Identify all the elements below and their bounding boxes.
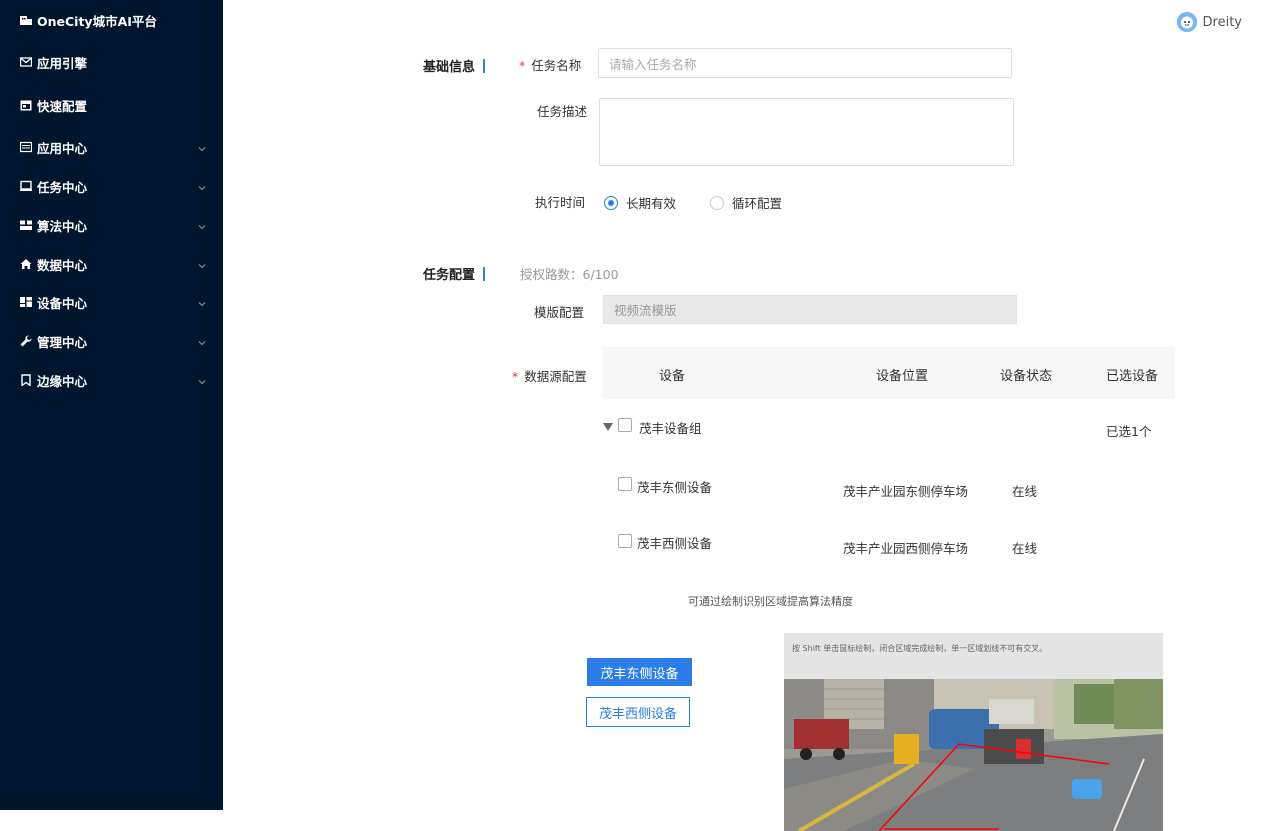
section-divider xyxy=(483,59,486,73)
device-tab-east[interactable]: 茂丰东侧设备 xyxy=(587,658,692,686)
avatar xyxy=(1176,12,1197,32)
task-desc-label: 任务描述 xyxy=(537,104,588,119)
sidebar: OneCity城市AI平台 应用引擎 快速配置 应用中心 任务中心 算法中心 数… xyxy=(0,0,223,810)
monitor-icon xyxy=(20,180,32,192)
sidebar-item-label: 算法中心 xyxy=(37,218,88,234)
datasource-label-text: 数据源配置 xyxy=(524,369,587,384)
device-name: 茂丰西侧设备 xyxy=(637,536,713,551)
chevron-down-icon xyxy=(198,335,206,346)
list-icon xyxy=(20,141,32,153)
sidebar-item-label: 任务中心 xyxy=(37,179,88,195)
radio-cycle[interactable]: 循环配置 xyxy=(710,193,782,212)
column-header-selected: 已选设备 xyxy=(1106,369,1159,384)
section-title-basic: 基础信息 xyxy=(423,56,486,75)
section-title-config: 任务配置 xyxy=(423,264,486,283)
group-selected-count: 已选1个 xyxy=(1106,424,1152,439)
sidebar-item-management-center[interactable]: 管理中心 xyxy=(0,326,223,356)
sidebar-item-label: 应用引擎 xyxy=(37,55,88,71)
device-tab-west[interactable]: 茂丰西侧设备 xyxy=(586,697,690,727)
caret-down-icon[interactable] xyxy=(603,423,613,431)
sidebar-item-label: 快速配置 xyxy=(37,98,88,114)
chevron-down-icon xyxy=(198,180,206,191)
sidebar-item-label: 管理中心 xyxy=(37,334,88,350)
sidebar-item-label: 设备中心 xyxy=(37,295,88,311)
sidebar-item-device-center[interactable]: 设备中心 xyxy=(0,287,223,317)
radio-label: 长期有效 xyxy=(626,196,677,211)
sidebar-item-label: 应用中心 xyxy=(37,140,88,156)
draw-hint: 可通过绘制识别区域提高算法精度 xyxy=(688,595,853,608)
device-checkbox[interactable] xyxy=(618,534,632,548)
radio-long-term[interactable]: 长期有效 xyxy=(604,193,676,212)
device-location: 茂丰产业园东侧停车场 xyxy=(843,484,969,499)
swap-icon xyxy=(20,219,32,231)
chevron-down-icon xyxy=(198,141,206,152)
building-icon xyxy=(20,14,32,26)
device-table-header: 设备 设备位置 设备状态 已选设备 xyxy=(603,347,1175,399)
bookmark-icon xyxy=(20,374,32,386)
device-location: 茂丰产业园西侧停车场 xyxy=(843,541,969,556)
chevron-down-icon xyxy=(198,219,206,230)
task-name-input[interactable]: 请输入任务名称 xyxy=(598,48,1012,78)
section-divider xyxy=(483,267,486,281)
section-title-text: 基础信息 xyxy=(423,60,476,75)
chevron-down-icon xyxy=(198,296,206,307)
radio-checked-icon xyxy=(604,195,618,210)
sidebar-item-data-center[interactable]: 数据中心 xyxy=(0,249,223,279)
column-header-status: 设备状态 xyxy=(1000,369,1053,384)
sidebar-item-app-engine[interactable]: 应用引擎 xyxy=(0,47,223,77)
device-tab-label: 茂丰东侧设备 xyxy=(600,666,679,682)
calendar-icon xyxy=(20,99,32,111)
device-status: 在线 xyxy=(1012,541,1038,556)
sidebar-item-label: 边缘中心 xyxy=(37,373,88,389)
device-status: 在线 xyxy=(1012,484,1038,499)
sidebar-item-label: 数据中心 xyxy=(37,257,88,273)
column-header-device: 设备 xyxy=(659,369,686,384)
sidebar-item-platform[interactable]: OneCity城市AI平台 xyxy=(0,5,223,35)
sidebar-item-edge-center[interactable]: 边缘中心 xyxy=(0,365,223,395)
device-tab-label: 茂丰西侧设备 xyxy=(598,706,677,722)
template-label: 模版配置 xyxy=(534,305,585,320)
auth-paths: 授权路数：6/100 xyxy=(520,267,619,282)
required-mark: * xyxy=(519,58,526,73)
group-name: 茂丰设备组 xyxy=(639,421,702,436)
task-name-label: * 任务名称 xyxy=(519,55,581,74)
section-title-text: 任务配置 xyxy=(423,268,476,283)
dashboard-icon xyxy=(20,296,32,308)
chevron-down-icon xyxy=(198,374,206,385)
mail-icon xyxy=(20,56,32,68)
device-name: 茂丰东侧设备 xyxy=(637,480,713,495)
datasource-label: * 数据源配置 xyxy=(512,366,587,385)
template-select[interactable]: 视频流模版 xyxy=(603,295,1017,324)
radio-label: 循环配置 xyxy=(732,196,783,211)
sidebar-item-label: OneCity城市AI平台 xyxy=(37,13,157,29)
column-header-location: 设备位置 xyxy=(876,369,929,384)
task-name-label-text: 任务名称 xyxy=(531,58,582,73)
task-name-placeholder: 请输入任务名称 xyxy=(609,56,697,72)
required-mark: * xyxy=(512,369,519,384)
sidebar-item-algorithm-center[interactable]: 算法中心 xyxy=(0,210,223,240)
draw-canvas[interactable]: 按 Shift 单击鼠标绘制，闭合区域完成绘制，单一区域划线不可有交叉。 xyxy=(784,633,1163,831)
sidebar-item-quick-config[interactable]: 快速配置 xyxy=(0,90,223,120)
exec-time-label: 执行时间 xyxy=(535,195,586,210)
template-value: 视频流模版 xyxy=(614,303,677,318)
group-checkbox[interactable] xyxy=(618,418,632,432)
home-icon xyxy=(20,258,32,270)
wrench-icon xyxy=(20,335,32,347)
sidebar-item-task-center[interactable]: 任务中心 xyxy=(0,171,223,201)
canvas-tip: 按 Shift 单击鼠标绘制，闭合区域完成绘制，单一区域划线不可有交叉。 xyxy=(792,644,1048,653)
sidebar-item-app-center[interactable]: 应用中心 xyxy=(0,132,223,162)
device-checkbox[interactable] xyxy=(618,477,632,491)
chevron-down-icon xyxy=(198,258,206,269)
radio-unchecked-icon xyxy=(710,195,724,210)
camera-frame xyxy=(784,679,1163,831)
user-menu[interactable]: Dreity xyxy=(1176,12,1242,32)
task-desc-textarea[interactable] xyxy=(599,98,1014,166)
username: Dreity xyxy=(1202,14,1242,30)
